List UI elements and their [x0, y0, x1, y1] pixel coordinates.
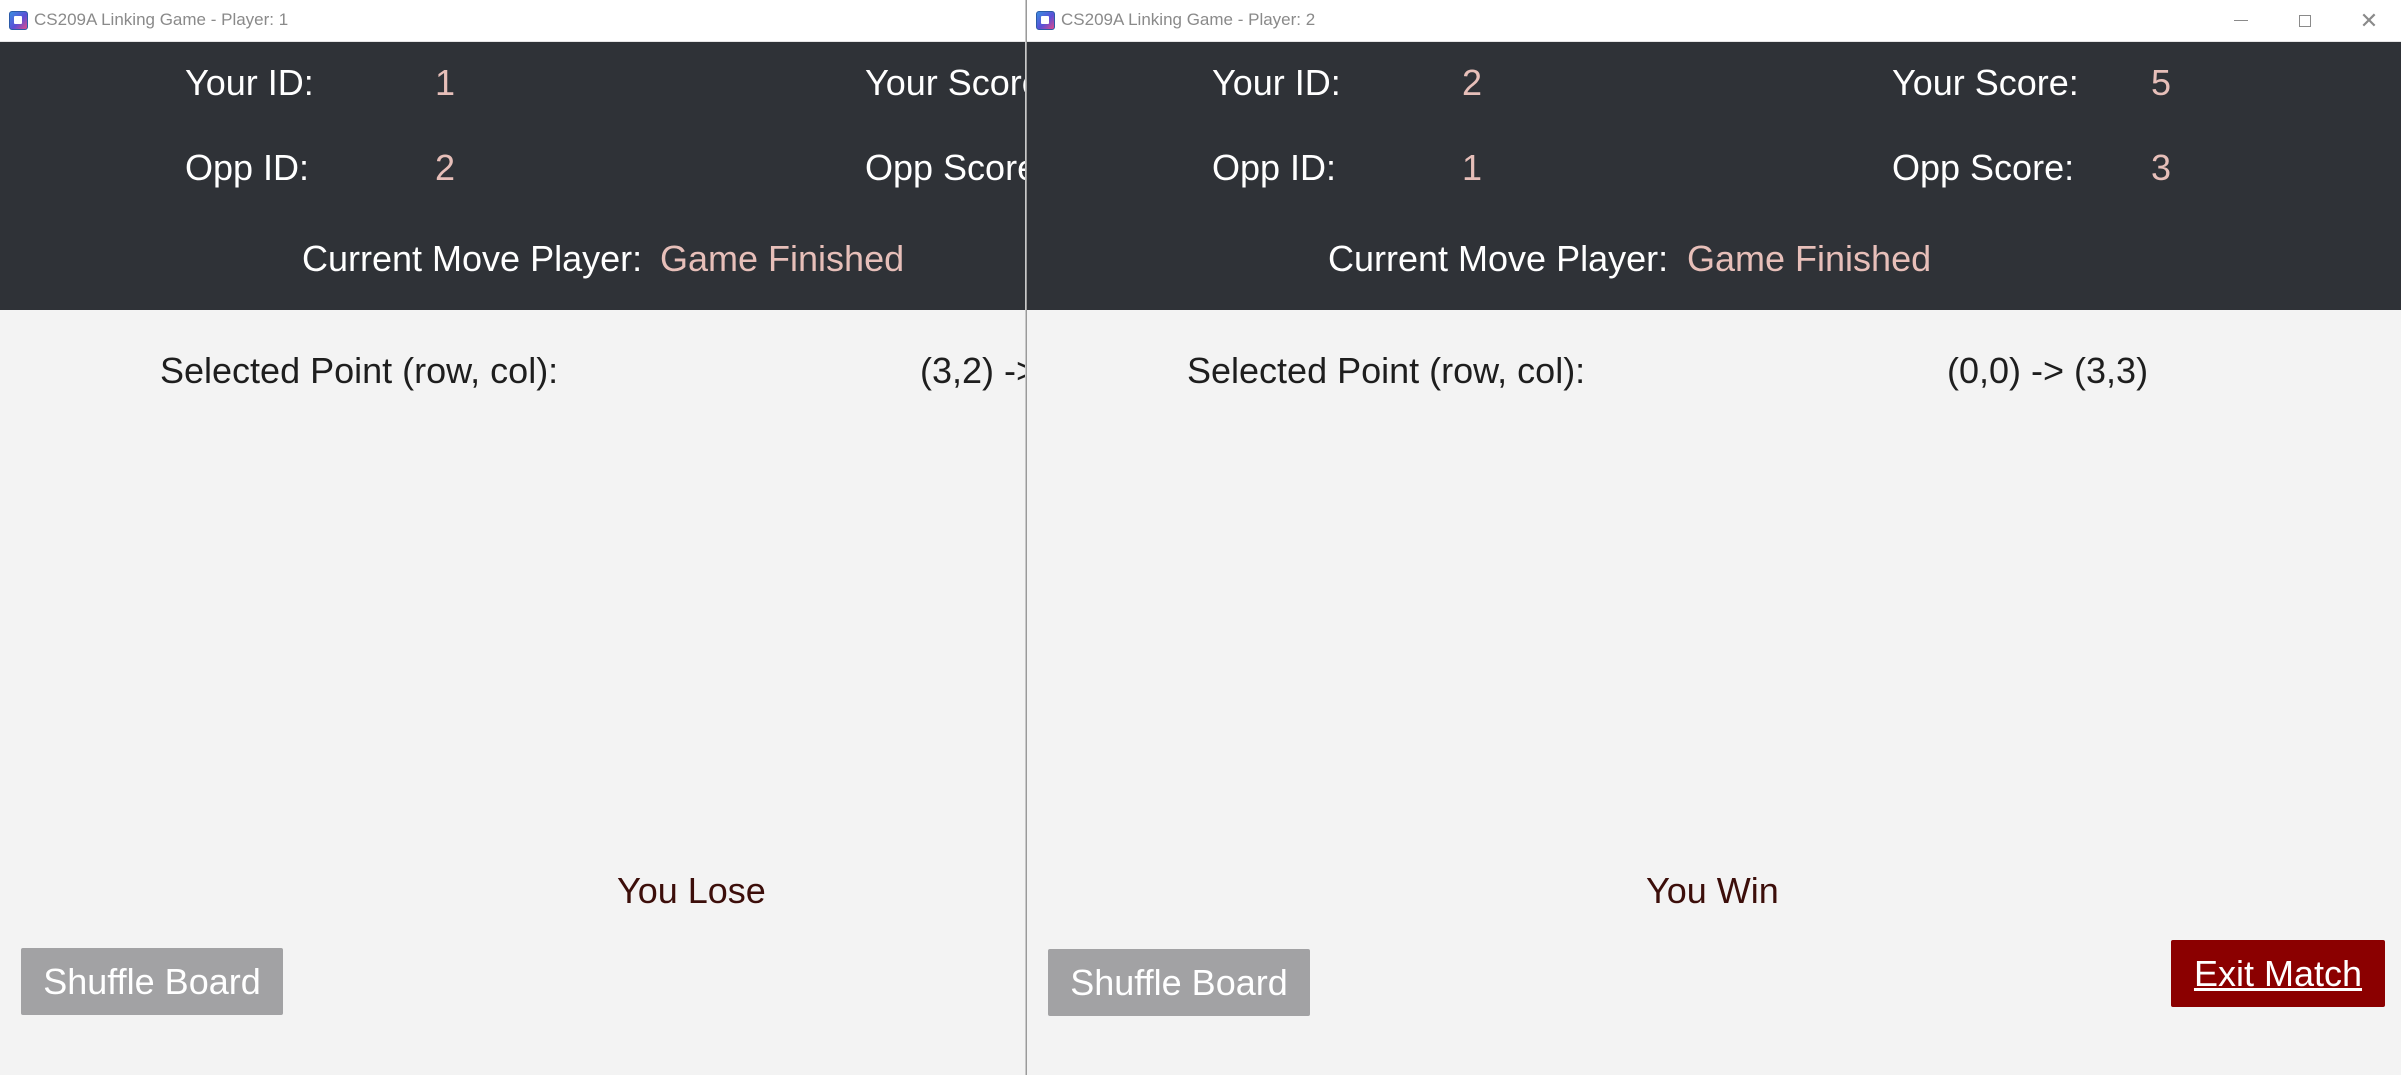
opp-id-value: 1	[1462, 147, 1483, 188]
opp-id-label: Opp ID:	[1212, 147, 1337, 188]
shuffle-board-button[interactable]: Shuffle Board	[1048, 949, 1310, 1016]
your-score-label: Your Score:	[1892, 62, 2079, 103]
maximize-icon	[2299, 14, 2311, 27]
opp-id-label: Opp ID:	[185, 147, 310, 188]
opp-score-label: Opp Score:	[865, 147, 1025, 188]
close-button[interactable]: ✕	[2337, 0, 2401, 41]
title-bar[interactable]: CS209A Linking Game - Player: 1	[0, 0, 1025, 42]
shuffle-board-button[interactable]: Shuffle Board	[21, 948, 283, 1015]
current-move-label: Current Move Player:	[1328, 238, 1669, 279]
game-content: Selected Point (row, col): (0,0) -> (3,3…	[1027, 310, 2401, 1075]
current-move-label: Current Move Player:	[302, 238, 643, 279]
player1-window: CS209A Linking Game - Player: 1 Your ID:…	[0, 0, 1026, 1075]
maximize-button[interactable]	[2273, 0, 2337, 41]
your-id-label: Your ID:	[185, 62, 314, 103]
selected-point-label: Selected Point (row, col):	[160, 350, 559, 391]
minimize-button[interactable]	[2209, 0, 2273, 41]
opp-id-value: 2	[435, 147, 456, 188]
game-content: Selected Point (row, col): (3,2) -> (1,3…	[0, 310, 1025, 1075]
selected-point-value: (0,0) -> (3,3)	[1947, 350, 2149, 391]
game-result: You Win	[1646, 870, 1779, 911]
minimize-icon	[2234, 20, 2248, 21]
your-id-label: Your ID:	[1212, 62, 1341, 103]
game-result: You Lose	[617, 870, 766, 911]
your-score-value: 5	[2151, 62, 2172, 103]
window-title: CS209A Linking Game - Player: 1	[34, 10, 289, 29]
app-icon	[1036, 11, 1055, 30]
title-bar[interactable]: CS209A Linking Game - Player: 2 ✕	[1027, 0, 2401, 42]
game-header: Your ID: 1 Your Score: Opp ID: 2 Opp Sco…	[0, 42, 1025, 310]
opp-score-value: 3	[2151, 147, 2172, 188]
window-title: CS209A Linking Game - Player: 2	[1061, 10, 1316, 29]
close-icon: ✕	[2359, 7, 2379, 33]
current-move-value: Game Finished	[1687, 238, 1932, 279]
your-id-value: 1	[435, 62, 456, 103]
app-icon	[9, 11, 28, 30]
opp-score-label: Opp Score:	[1892, 147, 2075, 188]
your-id-value: 2	[1462, 62, 1483, 103]
your-score-label: Your Score:	[865, 62, 1025, 103]
selected-point-label: Selected Point (row, col):	[1187, 350, 1586, 391]
player2-window: CS209A Linking Game - Player: 2 ✕ Your I…	[1026, 0, 2401, 1075]
game-header: Your ID: 2 Your Score: 5 Opp ID: 1 Opp S…	[1027, 42, 2401, 310]
exit-match-button[interactable]: Exit Match	[2171, 940, 2385, 1007]
selected-point-value: (3,2) -> (1,3)	[920, 350, 1025, 391]
current-move-value: Game Finished	[660, 238, 905, 279]
